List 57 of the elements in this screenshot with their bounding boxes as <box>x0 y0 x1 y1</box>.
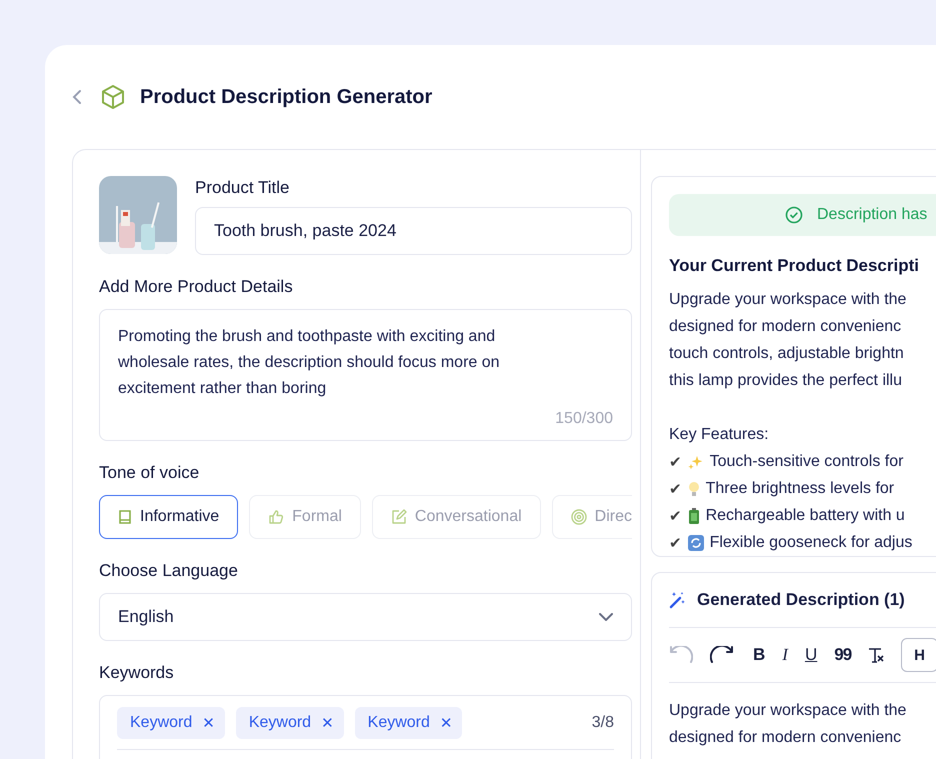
cube-icon <box>100 84 126 110</box>
field-label: Keywords <box>99 663 174 683</box>
remove-button[interactable]: ✕ <box>321 714 334 732</box>
page-title: Product Description Generator <box>140 86 432 108</box>
details-field[interactable]: Promoting the brush and toothpaste with exciting and wholesale rates, the description should focus more on excitement rather than boring 150/300 <box>99 309 632 441</box>
feature-text: Touch-sensitive controls for <box>710 452 904 472</box>
banner-text: Description has <box>817 206 928 224</box>
description-line: designed for modern convenienc <box>669 317 902 337</box>
edit-icon <box>390 509 407 525</box>
field-label: Choose Language <box>99 561 238 581</box>
format-button[interactable]: I <box>782 645 788 665</box>
details-text: Promoting the brush and toothpaste with exciting and wholesale rates, the description should focus more on excitement rather than boring <box>118 327 501 399</box>
keywords-field[interactable]: Keyword ✕ Keyword ✕ Keyword ✕ 3/8 <box>99 695 632 759</box>
keyword-count: 3/8 <box>592 714 614 732</box>
product-title-field[interactable]: Tooth brush, paste 2024 <box>195 207 632 255</box>
target-icon <box>570 509 587 525</box>
light-bulb-icon <box>688 480 700 496</box>
thumbs-up-icon <box>268 509 284 525</box>
description-line: this lamp provides the perfect illu <box>669 371 902 391</box>
section-title: Generated Description (1) <box>697 590 905 610</box>
keyword-text: Keyword <box>130 714 192 732</box>
feature-text: Three brightness levels for <box>706 479 894 499</box>
character-count: 150/300 <box>555 410 613 428</box>
field-label: Product Title <box>195 178 290 198</box>
battery-icon <box>688 508 700 524</box>
feature-text: Rechargeable battery with u <box>706 506 905 526</box>
check-mark: ✔ <box>669 534 682 552</box>
magic-wand-icon <box>669 591 687 609</box>
back-icon[interactable] <box>72 89 82 105</box>
remove-button[interactable]: ✕ <box>202 714 215 732</box>
format-button[interactable]: U <box>804 645 818 665</box>
description-line: touch controls, adjustable brightn <box>669 344 904 364</box>
features-heading: Key Features: <box>669 425 769 445</box>
section-title: Your Current Product Descripti <box>669 256 919 276</box>
chevron-down-icon <box>599 613 613 621</box>
description-line: Upgrade your workspace with the <box>669 701 906 721</box>
format-button[interactable]: B <box>753 645 766 665</box>
remove-button[interactable]: ✕ <box>440 714 452 732</box>
description-line: Upgrade your workspace with the <box>669 290 906 310</box>
language-select[interactable]: English <box>99 593 632 641</box>
redo-icon[interactable] <box>710 646 736 664</box>
format-button[interactable]: 99 <box>834 645 852 665</box>
refresh-icon <box>688 534 704 550</box>
check-mark: ✔ <box>669 480 682 498</box>
clear-format-icon[interactable] <box>868 647 884 663</box>
field-label: Add More Product Details <box>99 277 293 297</box>
heading-button[interactable]: H <box>901 638 936 672</box>
check-circle-icon <box>785 206 803 224</box>
field-label: Tone of voice <box>99 463 200 483</box>
keyword-text: Keyword <box>248 714 312 732</box>
book-icon <box>118 509 132 525</box>
description-line: designed for modern convenienc <box>669 728 902 748</box>
tone-option[interactable]: Informative <box>99 495 238 539</box>
check-mark: ✔ <box>669 452 682 470</box>
keyword-text: Keyword <box>368 714 430 732</box>
feature-text: Flexible gooseneck for adjus <box>710 533 912 553</box>
check-mark: ✔ <box>669 506 682 524</box>
